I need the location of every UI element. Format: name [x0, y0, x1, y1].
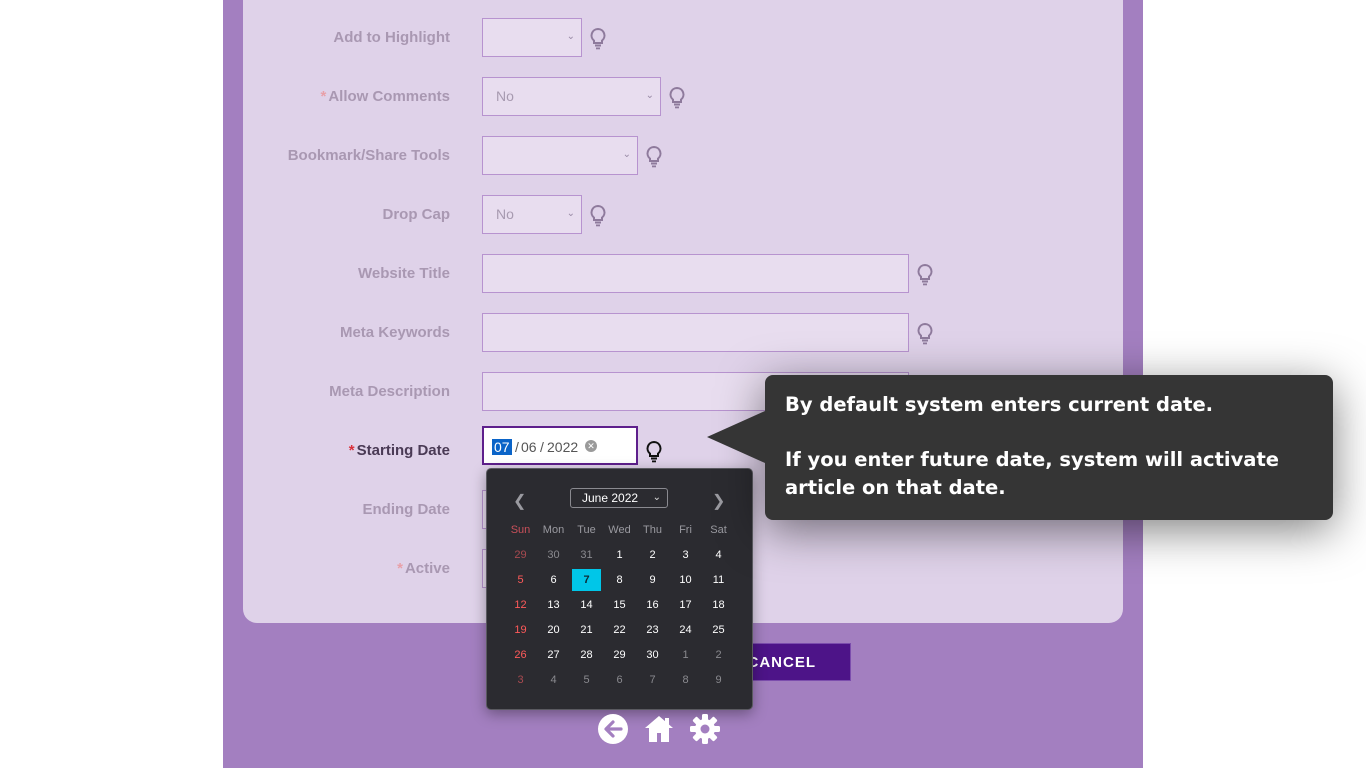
date-day-segment[interactable]: 07 [492, 439, 512, 455]
label-ending-date: Ending Date [362, 501, 450, 518]
calendar-day[interactable]: 17 [671, 594, 700, 616]
calendar-day[interactable]: 16 [638, 594, 667, 616]
lightbulb-icon[interactable] [590, 28, 606, 50]
calendar-day[interactable]: 26 [506, 644, 535, 666]
calendar-day[interactable]: 27 [539, 644, 568, 666]
calendar-day[interactable]: 29 [506, 544, 535, 566]
calendar-day[interactable]: 30 [539, 544, 568, 566]
calendar-day[interactable]: 3 [506, 669, 535, 691]
calendar-day[interactable]: 18 [704, 594, 733, 616]
label-drop-cap: Drop Cap [382, 206, 451, 223]
allow-comments-select[interactable]: No ⌄ [482, 77, 661, 116]
chevron-down-icon: ⌄ [645, 90, 654, 101]
drop-cap-select[interactable]: No ⌄ [482, 195, 582, 234]
calendar-day[interactable]: 22 [605, 619, 634, 641]
calendar-day[interactable]: 7 [638, 669, 667, 691]
weekday-header: Mon [542, 524, 565, 536]
calendar-day[interactable]: 6 [539, 569, 568, 591]
calendar-day[interactable]: 8 [671, 669, 700, 691]
lightbulb-icon[interactable] [646, 146, 662, 168]
label-meta-description: Meta Description [329, 383, 450, 400]
calendar-day[interactable]: 10 [671, 569, 700, 591]
calendar-day[interactable]: 1 [605, 544, 634, 566]
calendar-day[interactable]: 2 [638, 544, 667, 566]
previous-month-icon[interactable]: ❮ [513, 491, 526, 511]
calendar-day[interactable]: 4 [539, 669, 568, 691]
month-year-select[interactable]: June 2022 ⌄ [570, 488, 668, 508]
lightbulb-icon[interactable] [590, 205, 606, 227]
calendar-day[interactable]: 3 [671, 544, 700, 566]
lightbulb-icon[interactable] [917, 264, 933, 286]
calendar-day[interactable]: 6 [605, 669, 634, 691]
add-to-highlight-select[interactable]: ⌄ [482, 18, 582, 57]
calendar-day[interactable]: 20 [539, 619, 568, 641]
calendar-day[interactable]: 30 [638, 644, 667, 666]
tooltip-text-line2: If you enter future date, system will ac… [785, 448, 1280, 499]
label-website-title: Website Title [358, 265, 450, 282]
home-icon[interactable] [643, 713, 675, 745]
label-starting-date: * Starting Date [348, 442, 450, 459]
chevron-down-icon: ⌄ [652, 492, 661, 503]
website-title-input[interactable] [482, 254, 909, 293]
lightbulb-icon[interactable] [669, 87, 685, 109]
weekday-header: Wed [608, 524, 631, 536]
clear-date-icon[interactable]: ✕ [585, 440, 597, 452]
calendar-day[interactable]: 23 [638, 619, 667, 641]
calendar-day[interactable]: 13 [539, 594, 568, 616]
weekday-header: Fri [679, 524, 692, 536]
calendar-day[interactable]: 14 [572, 594, 601, 616]
calendar-day[interactable]: 24 [671, 619, 700, 641]
weekday-header: Tue [577, 524, 596, 536]
tooltip-text-line1: By default system enters current date. [785, 393, 1214, 416]
calendar-day[interactable]: 1 [671, 644, 700, 666]
calendar-day[interactable]: 8 [605, 569, 634, 591]
calendar-day[interactable]: 5 [506, 569, 535, 591]
lightbulb-icon[interactable] [646, 441, 662, 463]
weekday-header: Thu [643, 524, 662, 536]
calendar-day[interactable]: 28 [572, 644, 601, 666]
weekday-header: Sun [510, 524, 531, 536]
label-allow-comments: * Allow Comments [320, 88, 450, 105]
calendar-day[interactable]: 2 [704, 644, 733, 666]
calendar-day[interactable]: 5 [572, 669, 601, 691]
calendar-day[interactable]: 19 [506, 619, 535, 641]
calendar-day[interactable]: 11 [704, 569, 733, 591]
starting-date-input[interactable]: 07 / 06 / 2022 ✕ [482, 426, 638, 465]
calendar-day[interactable]: 25 [704, 619, 733, 641]
meta-keywords-input[interactable] [482, 313, 909, 352]
hint-tooltip: By default system enters current date. I… [707, 375, 1333, 520]
calendar-day[interactable]: 29 [605, 644, 634, 666]
date-separator: / [515, 439, 519, 455]
back-arrow-icon[interactable] [597, 713, 629, 745]
calendar-day[interactable]: 21 [572, 619, 601, 641]
date-separator: / [540, 439, 544, 455]
calendar-day[interactable]: 9 [704, 669, 733, 691]
label-active: * Active [397, 560, 450, 577]
chevron-down-icon: ⌄ [566, 208, 575, 219]
calendar-day[interactable]: 7 [572, 569, 601, 591]
label-bookmark-share-tools: Bookmark/Share Tools [287, 147, 450, 164]
lightbulb-icon[interactable] [917, 323, 933, 345]
date-picker-popup: ❮ June 2022 ⌄ ❯ Sun Mon Tue Wed Thu Fri Sat 29 30… [486, 468, 753, 710]
chevron-down-icon: ⌄ [622, 149, 631, 160]
calendar-day[interactable]: 31 [572, 544, 601, 566]
calendar-day[interactable]: 4 [704, 544, 733, 566]
calendar-day[interactable]: 12 [506, 594, 535, 616]
weekday-header: Sat [710, 524, 727, 536]
calendar-day[interactable]: 9 [638, 569, 667, 591]
date-month-segment[interactable]: 06 [521, 439, 537, 455]
date-year-segment[interactable]: 2022 [547, 439, 578, 455]
gear-icon[interactable] [689, 713, 721, 745]
bookmark-share-tools-select[interactable]: ⌄ [482, 136, 638, 175]
next-month-icon[interactable]: ❯ [712, 491, 725, 511]
label-add-to-highlight: Add to Highlight [333, 29, 450, 46]
label-meta-keywords: Meta Keywords [339, 324, 450, 341]
chevron-down-icon: ⌄ [566, 31, 575, 42]
calendar-day[interactable]: 15 [605, 594, 634, 616]
tooltip-arrow [707, 411, 765, 463]
